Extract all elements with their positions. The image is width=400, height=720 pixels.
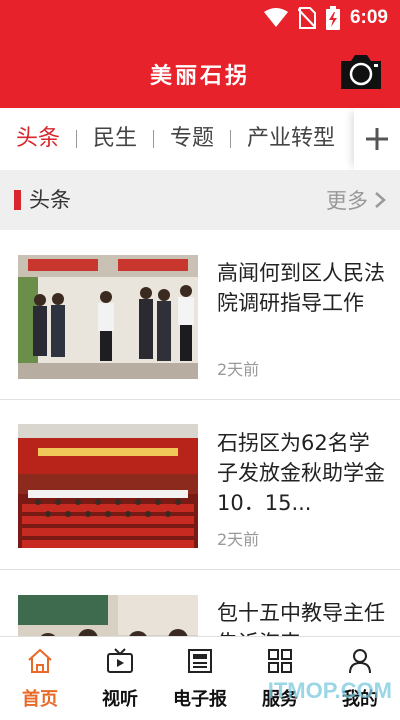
nav-video[interactable]: 视听 (80, 637, 160, 720)
person-icon (349, 649, 371, 674)
news-title: 石拐区为62名学子发放金秋助学金10．15... (217, 431, 385, 515)
no-sim-icon (297, 7, 316, 29)
home-icon (28, 648, 52, 673)
more-link[interactable]: 更多 (326, 183, 386, 217)
nav-home[interactable]: 首页 (0, 637, 80, 720)
tv-icon (107, 648, 133, 673)
nav-label: 首页 (22, 689, 58, 710)
channel-tabs: 头条 民生 专题 产业转型 (0, 108, 400, 170)
tab-livelihood[interactable]: 民生 (77, 108, 153, 170)
tab-industry-transformation[interactable]: 产业转型 (231, 108, 350, 170)
add-channel-button[interactable] (354, 108, 400, 170)
nav-label: 电子报 (173, 689, 227, 710)
wifi-icon (263, 8, 288, 27)
nav-profile[interactable]: 我的 (320, 637, 400, 720)
chevron-right-icon (375, 192, 386, 208)
newspaper-icon (188, 649, 212, 673)
grid-icon (268, 649, 292, 673)
news-title: 高闻何到区人民法院调研指导工作 (217, 261, 385, 315)
news-item[interactable]: 高闻何到区人民法院调研指导工作 2天前 (0, 230, 400, 400)
news-thumbnail (18, 255, 198, 379)
nav-e-paper[interactable]: 电子报 (160, 637, 240, 720)
tab-list: 头条 民生 专题 产业转型 (0, 108, 350, 170)
nav-label: 服务 (262, 689, 298, 710)
battery-charging-icon (325, 6, 340, 30)
section-title: 头条 (29, 188, 71, 212)
camera-icon (341, 55, 381, 89)
bottom-navigation: 首页 视听 电子报 服务 我的 (0, 636, 400, 720)
camera-button[interactable] (338, 52, 384, 92)
nav-services[interactable]: 服务 (240, 637, 320, 720)
nav-label: 视听 (102, 689, 138, 710)
tab-topics[interactable]: 专题 (154, 108, 230, 170)
status-icons: 6:09 (263, 6, 388, 30)
tab-headlines[interactable]: 头条 (0, 108, 76, 170)
news-time: 2天前 (217, 530, 260, 549)
app-header: 6:09 美丽石拐 (0, 0, 400, 108)
news-thumbnail (18, 424, 198, 548)
more-label: 更多 (326, 189, 368, 213)
status-time: 6:09 (349, 7, 388, 28)
plus-icon (366, 128, 388, 150)
nav-label: 我的 (342, 689, 378, 710)
status-bar: 6:09 (0, 0, 400, 36)
section-marker (14, 190, 21, 210)
news-time: 2天前 (217, 360, 260, 379)
news-item[interactable]: 石拐区为62名学子发放金秋助学金10．15... 2天前 (0, 400, 400, 570)
